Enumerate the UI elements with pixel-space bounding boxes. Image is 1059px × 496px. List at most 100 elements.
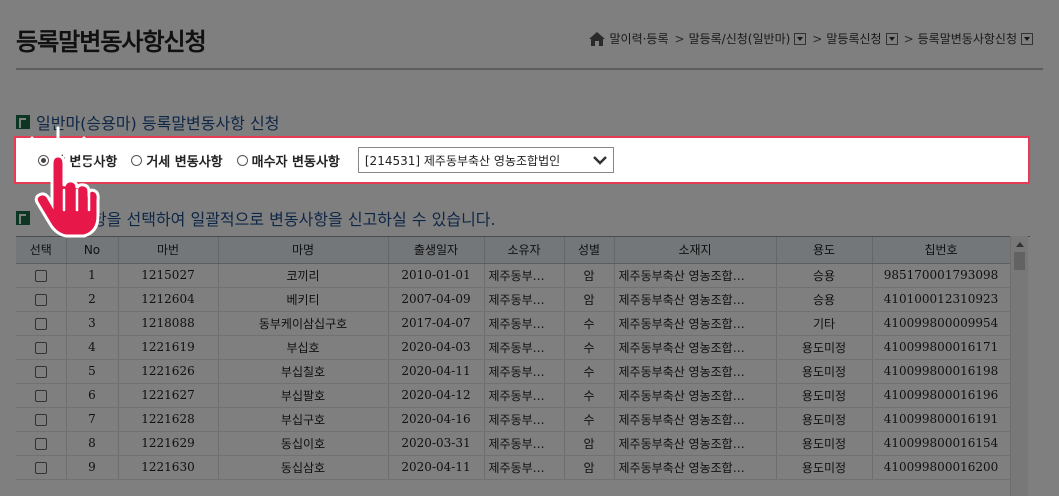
row-checkbox[interactable] — [34, 437, 47, 450]
location: 제주동부축산 영농조합… — [614, 431, 777, 456]
select-cell[interactable] — [16, 407, 67, 432]
chip-number: 410099800016198 — [872, 359, 1011, 384]
row-checkbox[interactable] — [34, 317, 47, 330]
chip-number: 410099800016200 — [872, 455, 1011, 480]
table-row[interactable]: 2 1212604 베키티 2007-04-09 제주동부… 암 제주동부축산 영농조합… 승… — [16, 287, 1011, 312]
select-cell[interactable] — [16, 359, 67, 384]
usage: 용도미정 — [776, 407, 873, 432]
row-number: 3 — [66, 311, 119, 336]
birth-date: 2020-04-11 — [388, 455, 485, 480]
breadcrumb-item[interactable]: 말등록/신청(일반마) — [689, 30, 807, 47]
horse-number: 1212604 — [118, 287, 219, 312]
row-checkbox[interactable] — [34, 293, 47, 306]
location: 제주동부축산 영농조합… — [614, 287, 777, 312]
row-checkbox[interactable] — [34, 461, 47, 474]
usage: 용도미정 — [776, 431, 873, 456]
select-cell[interactable] — [16, 311, 67, 336]
dropdown-icon[interactable] — [794, 32, 807, 45]
table-row[interactable]: 9 1221630 동십삼호 2020-04-11 제주동부… 암 제주동부축산 영농조합…… — [16, 455, 1011, 480]
horse-name: 동십이호 — [218, 431, 389, 456]
chip-number: 410099800016191 — [872, 407, 1011, 432]
owner: 제주동부… — [484, 383, 565, 408]
birth-date: 2007-04-09 — [388, 287, 485, 312]
table-header-row: 선택 No 마번 마명 출생일자 소유자 성별 소재지 용도 칩번호 — [16, 237, 1011, 264]
location: 제주동부축산 영농조합… — [614, 359, 777, 384]
select-cell[interactable] — [16, 431, 67, 456]
usage: 용도미정 — [776, 455, 873, 480]
location: 제주동부축산 영농조합… — [614, 407, 777, 432]
table-row[interactable]: 1 1215027 코끼리 2010-01-01 제주동부… 암 제주동부축산 영농조합… 승… — [16, 263, 1011, 288]
breadcrumb-item[interactable]: 말등록신청 — [826, 30, 898, 47]
table-row[interactable]: 6 1221627 부십팔호 2020-04-12 제주동부… 수 제주동부축산 영농조합…… — [16, 383, 1011, 408]
home-icon[interactable] — [589, 31, 606, 46]
column-header: 소재지 — [614, 237, 777, 264]
row-checkbox[interactable] — [34, 341, 47, 354]
horse-number: 1221628 — [118, 407, 219, 432]
sex: 암 — [564, 431, 615, 456]
table-row[interactable]: 3 1218088 동부케이삼십구호 2017-04-07 제주동부… 수 제주동부축산 영… — [16, 311, 1011, 336]
birth-date: 2020-04-03 — [388, 335, 485, 360]
row-checkbox[interactable] — [34, 269, 47, 282]
column-header: 소유자 — [484, 237, 565, 264]
chip-number: 410099800016171 — [872, 335, 1011, 360]
select-cell[interactable] — [16, 263, 67, 288]
table-row[interactable]: 8 1221629 동십이호 2020-03-31 제주동부… 암 제주동부축산 영농조합…… — [16, 431, 1011, 456]
column-header: 마명 — [218, 237, 389, 264]
sex: 수 — [564, 359, 615, 384]
select-cell[interactable] — [16, 287, 67, 312]
row-checkbox[interactable] — [34, 389, 47, 402]
scroll-thumb[interactable] — [1014, 252, 1025, 270]
horse-number: 1215027 — [118, 263, 219, 288]
row-number: 6 — [66, 383, 119, 408]
breadcrumb-separator: > — [903, 31, 914, 46]
select-cell[interactable] — [16, 383, 67, 408]
horse-number: 1218088 — [118, 311, 219, 336]
column-header: 마번 — [118, 237, 219, 264]
owner: 제주동부… — [484, 287, 565, 312]
radio-buyer-change[interactable]: 매수자 변동사항 — [236, 151, 340, 170]
chip-number: 410099800016154 — [872, 431, 1011, 456]
radio-gelding-change[interactable]: 거세 변동사항 — [131, 151, 223, 170]
breadcrumb-item[interactable]: 말이력·등록 — [609, 30, 668, 47]
location: 제주동부축산 영농조합… — [614, 383, 777, 408]
select-cell[interactable] — [16, 335, 67, 360]
owner: 제주동부… — [484, 359, 565, 384]
chip-number: 410099800009954 — [872, 311, 1011, 336]
column-header: 출생일자 — [388, 237, 485, 264]
owner: 제주동부… — [484, 311, 565, 336]
usage: 용도미정 — [776, 335, 873, 360]
horse-name: 베키티 — [218, 287, 389, 312]
table-row[interactable]: 4 1221619 부십호 2020-04-03 제주동부… 수 제주동부축산 영농조합… 용… — [16, 335, 1011, 360]
sex: 수 — [564, 335, 615, 360]
horse-name: 부십칠호 — [218, 359, 389, 384]
row-checkbox[interactable] — [34, 365, 47, 378]
chevron-down-icon[interactable] — [592, 155, 607, 165]
birth-date: 2020-04-16 — [388, 407, 485, 432]
usage: 승용 — [776, 263, 873, 288]
radio-unchecked-icon[interactable] — [131, 154, 143, 166]
table-row[interactable]: 7 1221628 부십구호 2020-04-16 제주동부… 수 제주동부축산 영농조합…… — [16, 407, 1011, 432]
horse-name: 부십팔호 — [218, 383, 389, 408]
dropdown-icon[interactable] — [885, 32, 898, 45]
select-cell[interactable] — [16, 455, 67, 480]
change-type-options: 말 변동사항 거세 변동사항 매수자 변동사항 [214531] 제주동부축산 … — [14, 136, 1030, 184]
row-number: 8 — [66, 431, 119, 456]
birth-date: 2020-04-12 — [388, 383, 485, 408]
table-scrollbar[interactable] — [1010, 236, 1028, 496]
breadcrumb-item[interactable]: 등록말변동사항신청 — [918, 30, 1033, 47]
table-row[interactable]: 5 1221626 부십칠호 2020-04-11 제주동부… 수 제주동부축산 영농조합…… — [16, 359, 1011, 384]
scroll-up-icon[interactable] — [1016, 242, 1024, 247]
chip-number: 410100012310923 — [872, 287, 1011, 312]
title-divider — [16, 68, 1043, 70]
organization-select[interactable]: [214531] 제주동부축산 영농조합법인 — [357, 147, 614, 173]
hand-pointer-icon — [20, 126, 100, 238]
location: 제주동부축산 영농조합… — [614, 263, 777, 288]
sex: 수 — [564, 311, 615, 336]
row-checkbox[interactable] — [34, 413, 47, 426]
breadcrumb: 말이력·등록 > 말등록/신청(일반마) > 말등록신청 > 등록말변동사항신청 — [589, 30, 1033, 47]
row-number: 5 — [66, 359, 119, 384]
horse-name: 코끼리 — [218, 263, 389, 288]
radio-unchecked-icon[interactable] — [236, 154, 248, 166]
dropdown-icon[interactable] — [1021, 32, 1033, 45]
column-header: 성별 — [564, 237, 615, 264]
